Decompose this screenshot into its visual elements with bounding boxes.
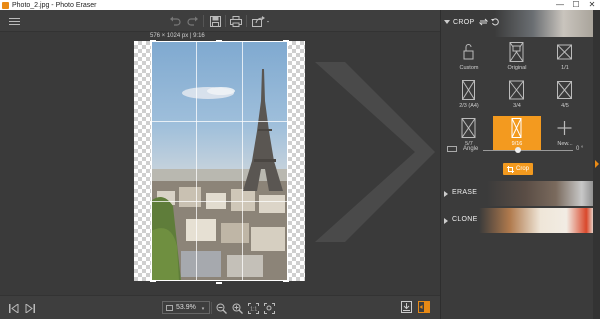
preset-original[interactable]: Original [493, 40, 541, 74]
aspect-ratio-icon [557, 81, 572, 99]
hamburger-menu-icon[interactable] [8, 14, 20, 28]
share-icon[interactable] [251, 14, 271, 28]
preset-label: 2/3 (A4) [459, 103, 479, 109]
collapse-triangle-icon [444, 20, 450, 24]
zoom-fit-icon[interactable] [263, 301, 275, 315]
fit-to-window-icon[interactable]: 1:1 [247, 301, 259, 315]
panel-toggle-arrow-icon[interactable] [595, 160, 599, 168]
erase-section-header[interactable]: ERASE [441, 181, 594, 206]
chevron-down-icon[interactable]: ▾ [199, 302, 207, 316]
crop-handle-top-right[interactable] [283, 40, 289, 46]
angle-slider-track[interactable] [483, 150, 573, 151]
angle-control: Angle 0 ° [441, 144, 594, 156]
crop-button-label: Crop [515, 166, 529, 172]
zoom-out-icon[interactable] [215, 301, 227, 315]
undo-icon[interactable] [168, 14, 182, 28]
lock-open-icon [463, 44, 474, 60]
window-title: Photo_2.jpg - Photo Eraser [12, 1, 97, 9]
zoom-in-icon[interactable] [231, 301, 243, 315]
preset-label: 4/5 [561, 103, 569, 109]
expand-triangle-icon [444, 218, 448, 224]
crop-handle-bottom[interactable] [216, 278, 222, 284]
reset-icon[interactable] [491, 18, 499, 26]
aspect-ratio-icon [461, 118, 476, 138]
minimize-button[interactable]: — [552, 0, 568, 10]
crop-handle-top[interactable] [216, 40, 222, 46]
preset-1-1[interactable]: 1/1 [541, 40, 589, 74]
aspect-ratio-icon [557, 44, 572, 60]
compare-icon[interactable] [400, 300, 412, 314]
next-image-icon[interactable] [24, 301, 36, 315]
toolbar-divider [203, 15, 204, 27]
clone-section-header[interactable]: CLONE [441, 208, 594, 233]
bottom-toolbar: 53.9% ▾ 1:1 [0, 295, 440, 319]
crop-button[interactable]: Crop [503, 163, 533, 175]
image-canvas[interactable]: 576 × 1024 px | 9:16 [0, 32, 440, 295]
toolbar-divider [211, 302, 212, 314]
crop-section-header[interactable]: CROP [441, 10, 594, 37]
preset-label: 3/4 [513, 103, 521, 109]
aspect-ratio-icon [511, 118, 522, 138]
toolbar-divider [225, 15, 226, 27]
crop-title: CROP [453, 19, 475, 26]
print-icon[interactable] [229, 14, 243, 28]
maximize-button[interactable]: ☐ [568, 0, 584, 10]
app-logo-icon [2, 1, 9, 9]
zoom-value: 53.9% [176, 304, 196, 311]
clone-title: CLONE [452, 216, 478, 223]
transparency-area-right [288, 41, 305, 281]
crop-handle-top-left[interactable] [150, 40, 156, 46]
save-icon[interactable] [208, 14, 222, 28]
erase-title: ERASE [452, 189, 478, 196]
preset-custom[interactable]: Custom [445, 40, 493, 74]
angle-label: Angle [463, 146, 479, 152]
transparency-area-left [134, 41, 151, 281]
plus-icon [557, 121, 572, 135]
rotate-swap-icon[interactable] [479, 18, 488, 26]
tools-panel: CROP Custom Original 1/1 2/3 (A4) 3/4 4/… [440, 10, 594, 319]
aspect-ratio-icon [509, 42, 524, 62]
toolbar-divider [246, 15, 247, 27]
angle-icon [447, 146, 457, 152]
crop-handle-bottom-left[interactable] [150, 276, 156, 282]
preset-2-3-a4[interactable]: 2/3 (A4) [445, 78, 493, 112]
crop-icon [506, 165, 514, 173]
expand-triangle-icon [444, 191, 448, 197]
preset-4-5[interactable]: 4/5 [541, 78, 589, 112]
previous-image-icon[interactable] [8, 301, 20, 315]
angle-slider-thumb[interactable] [515, 147, 521, 153]
top-toolbar [0, 10, 440, 32]
svg-text:1:1: 1:1 [250, 306, 257, 312]
redo-icon[interactable] [186, 14, 200, 28]
preset-3-4[interactable]: 3/4 [493, 78, 541, 112]
watermark-logo-icon [315, 62, 435, 242]
preset-label: Original [507, 65, 527, 71]
fit-screen-icon [166, 304, 173, 311]
aspect-ratio-icon [509, 80, 524, 100]
crop-handle-bottom-right[interactable] [283, 276, 289, 282]
split-view-icon[interactable] [418, 300, 430, 314]
preset-label: Custom [459, 65, 479, 71]
image-dimensions-label: 576 × 1024 px | 9:16 [150, 33, 205, 39]
preset-label: 1/1 [561, 65, 569, 71]
angle-value: 0 ° [576, 146, 584, 152]
aspect-ratio-icon [462, 80, 475, 100]
close-button[interactable]: ✕ [584, 0, 600, 10]
panel-edge-strip [593, 10, 600, 319]
crop-frame[interactable] [151, 41, 288, 281]
title-bar: Photo_2.jpg - Photo Eraser — ☐ ✕ [0, 0, 600, 10]
